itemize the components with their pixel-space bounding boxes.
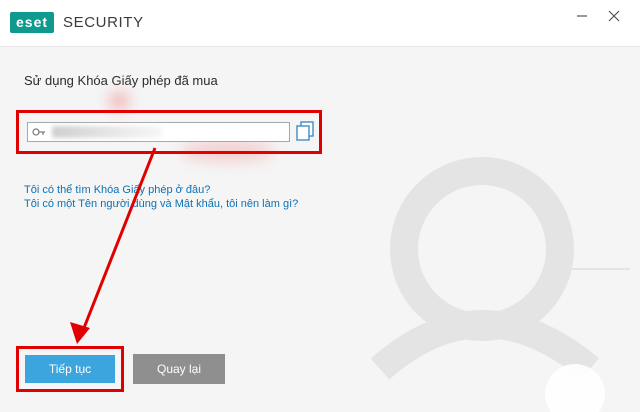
continue-highlight: Tiếp tục [16, 346, 124, 392]
continue-button[interactable]: Tiếp tục [25, 355, 115, 383]
back-button[interactable]: Quay lại [133, 354, 225, 384]
